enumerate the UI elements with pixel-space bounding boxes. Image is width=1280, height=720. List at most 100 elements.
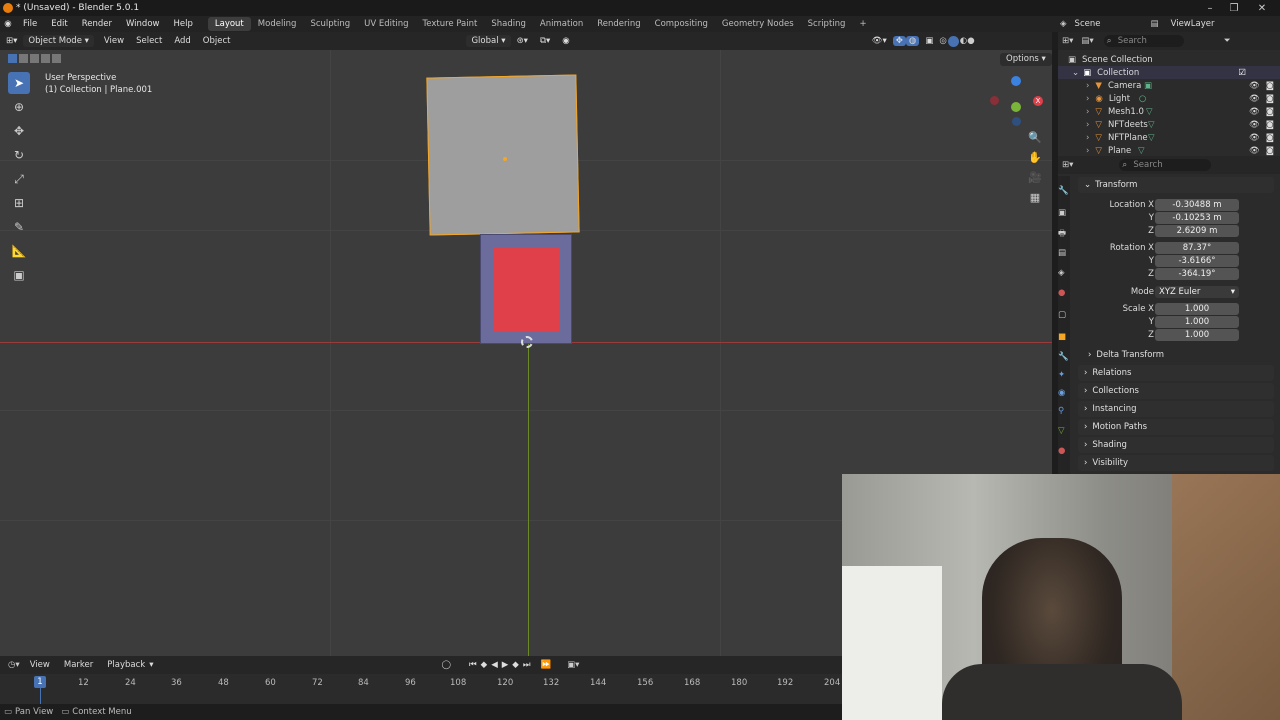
expand-arrow-icon[interactable]: › [1086, 133, 1089, 143]
visibility-eye-icon[interactable]: 👁 [1249, 94, 1260, 104]
expand-arrow-icon[interactable]: › [1086, 81, 1089, 91]
transform-panel-header[interactable]: ⌄ Transform [1078, 177, 1274, 193]
properties-editor-icon[interactable]: ⊞▾ [1062, 160, 1073, 170]
visibility-eye-icon[interactable]: 👁 [1249, 81, 1260, 91]
add-cube-tool-icon[interactable]: ▣ [8, 264, 30, 286]
expand-arrow-icon[interactable]: › [1086, 107, 1089, 117]
render-tab-icon[interactable]: ▣ [1058, 208, 1066, 218]
shading-material-icon[interactable]: ◐ [960, 36, 967, 46]
gizmo-neg-x-axis[interactable] [990, 96, 999, 105]
render-camera-icon[interactable]: ◙ [1266, 120, 1274, 130]
keying-icon[interactable]: ⏩ [540, 660, 551, 670]
collections-panel-header[interactable]: › Collections [1078, 383, 1274, 399]
physics-tab-icon[interactable]: ◉ [1058, 388, 1065, 398]
zoom-icon[interactable]: 🔍 [1026, 128, 1044, 146]
gizmo-z-axis[interactable] [1011, 76, 1021, 86]
location-y-field[interactable]: -0.10253 m [1155, 212, 1239, 224]
tab-texture-paint[interactable]: Texture Paint [416, 19, 485, 29]
timeline-editor-icon[interactable]: ◷▾ [8, 660, 20, 670]
rotate-tool-icon[interactable]: ↻ [8, 144, 30, 166]
filter-icon[interactable]: ⏷ [1224, 36, 1231, 46]
options-button[interactable]: Options ▾ [1000, 53, 1052, 66]
tab-shading[interactable]: Shading [484, 19, 533, 29]
move-tool-icon[interactable]: ✥ [8, 120, 30, 142]
menu-file[interactable]: File [16, 19, 44, 29]
render-camera-icon[interactable]: ◙ [1266, 107, 1274, 117]
outliner-item-camera[interactable]: › ▼ Camera ▣ 👁 ◙ [1058, 79, 1280, 92]
play-reverse-icon[interactable]: ◀ [491, 660, 498, 670]
modifier-tab-icon[interactable]: 🔧 [1058, 352, 1069, 362]
render-camera-icon[interactable]: ◙ [1266, 94, 1274, 104]
object-tab-icon[interactable]: ■ [1058, 332, 1066, 342]
scene-tab-icon[interactable]: ◈ [1058, 268, 1065, 278]
editor-type-icon[interactable]: ⊞▾ [0, 36, 23, 46]
scale-tool-icon[interactable]: ⤢ [8, 168, 30, 190]
tab-uv-editing[interactable]: UV Editing [357, 19, 415, 29]
ortho-toggle-icon[interactable]: ▦ [1026, 188, 1044, 206]
pan-hand-icon[interactable]: ✋ [1026, 148, 1044, 166]
outliner-search-field[interactable]: ⌕ Search [1103, 35, 1184, 47]
collection-row[interactable]: ⌄ ▣ Collection ☑ [1058, 66, 1280, 79]
constraints-tab-icon[interactable]: ⚲ [1058, 406, 1064, 416]
gizmo-y-axis[interactable] [1011, 102, 1021, 112]
select-extend-icon[interactable] [19, 54, 28, 63]
select-box-icon[interactable] [8, 54, 17, 63]
outliner-editor-icon[interactable]: ⊞▾ [1062, 36, 1073, 46]
menu-render[interactable]: Render [75, 19, 119, 29]
expand-arrow-icon[interactable]: › [1086, 120, 1089, 130]
gizmo-icon[interactable]: ✥ [892, 36, 906, 46]
scene-name[interactable]: Scene [1075, 19, 1151, 29]
3d-cursor-icon[interactable] [521, 336, 533, 348]
collection-tab-icon[interactable]: ▢ [1058, 310, 1066, 320]
tab-rendering[interactable]: Rendering [590, 19, 647, 29]
display-mode-icon[interactable]: ▤▾ [1081, 36, 1093, 46]
data-tab-icon[interactable]: ▽ [1058, 426, 1065, 436]
add-workspace-button[interactable]: + [852, 19, 873, 29]
mode-dropdown[interactable]: Object Mode ▾ [23, 35, 94, 47]
checkbox-icon[interactable]: ☑ [1238, 68, 1246, 78]
auto-keying-icon[interactable]: ◯ [441, 660, 451, 670]
select-intersect-icon[interactable] [52, 54, 61, 63]
relations-panel-header[interactable]: › Relations [1078, 365, 1274, 381]
keyframe-type-icon[interactable]: ▣▾ [567, 660, 579, 670]
prev-keyframe-icon[interactable]: ◆ [481, 660, 488, 670]
shading-rendered-icon[interactable]: ● [967, 36, 974, 46]
tab-compositing[interactable]: Compositing [648, 19, 715, 29]
output-tab-icon[interactable]: 🖶 [1058, 228, 1066, 242]
measure-tool-icon[interactable]: 📐 [8, 240, 30, 262]
outliner-item-light[interactable]: › ◉ Light ○ 👁 ◙ [1058, 92, 1280, 105]
tab-scripting[interactable]: Scripting [801, 19, 853, 29]
timeline-menu-playback[interactable]: Playback [107, 660, 145, 670]
world-tab-icon[interactable]: ● [1058, 288, 1065, 298]
orientation-dropdown[interactable]: Global ▾ [466, 35, 511, 47]
scale-x-field[interactable]: 1.000 [1155, 303, 1239, 315]
shading-solid-icon[interactable] [947, 35, 959, 47]
menu-help[interactable]: Help [166, 19, 199, 29]
annotate-tool-icon[interactable]: ✎ [8, 216, 30, 238]
camera-view-icon[interactable]: 🎥 [1026, 168, 1044, 186]
tool-tab-icon[interactable]: 🔧 [1058, 186, 1069, 196]
tab-animation[interactable]: Animation [533, 19, 590, 29]
play-icon[interactable]: ▶ [502, 660, 509, 670]
select-mode-icons[interactable] [8, 54, 61, 63]
maximize-icon[interactable]: ❐ [1220, 0, 1248, 16]
jump-end-icon[interactable]: ⏭ [523, 660, 531, 670]
render-camera-icon[interactable]: ◙ [1266, 146, 1274, 156]
delta-transform-header[interactable]: › Delta Transform [1088, 347, 1274, 363]
tab-sculpting[interactable]: Sculpting [303, 19, 357, 29]
menu-add[interactable]: Add [168, 36, 196, 46]
material-tab-icon[interactable]: ● [1058, 446, 1065, 456]
transform-tool-icon[interactable]: ⊞ [8, 192, 30, 214]
shading-wireframe-icon[interactable]: ◎ [939, 36, 946, 46]
render-camera-icon[interactable]: ◙ [1266, 81, 1274, 91]
location-x-field[interactable]: -0.30488 m [1155, 199, 1239, 211]
proportional-edit-icon[interactable]: ◉ [556, 36, 575, 46]
next-keyframe-icon[interactable]: ◆ [512, 660, 519, 670]
rotation-x-field[interactable]: 87.37° [1155, 242, 1239, 254]
tab-layout[interactable]: Layout [207, 17, 251, 31]
gizmo-neg-z-axis[interactable] [1012, 117, 1021, 126]
gizmo-x-axis[interactable]: X [1033, 96, 1043, 106]
scale-z-field[interactable]: 1.000 [1155, 329, 1239, 341]
particles-tab-icon[interactable]: ✦ [1058, 370, 1065, 380]
cursor-tool-icon[interactable]: ⊕ [8, 96, 30, 118]
